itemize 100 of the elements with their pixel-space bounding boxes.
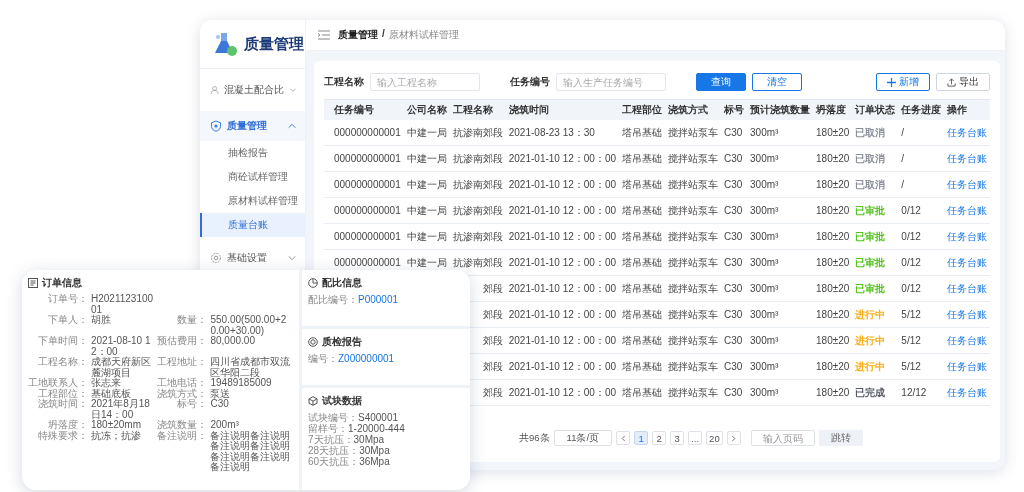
search-field[interactable]: 输入生产任务编号 (556, 73, 666, 91)
table-cell: 郊段 (482, 333, 503, 348)
status-text: 已审批 (855, 255, 886, 270)
field-value: 36Mpa (359, 456, 390, 467)
ledger-link[interactable]: 任务台账 (947, 307, 988, 322)
breadcrumb-item[interactable]: 质量管理 (338, 28, 378, 42)
table-cell: 塔吊基础 (622, 255, 663, 270)
table-cell: 中建一局 (406, 229, 447, 244)
column-header: 任务进度 (901, 104, 942, 115)
table-cell: 2021-01-10 12：00：00 (508, 229, 617, 244)
add-button[interactable]: 新增 (876, 73, 931, 91)
page-button[interactable]: 3 (670, 431, 685, 445)
table-cell: 180±20 (816, 153, 850, 164)
table-cell: 搅拌站泵车 (668, 229, 719, 244)
column-header: 标号 (724, 104, 745, 115)
page-button[interactable]: 20 (706, 431, 723, 445)
nav-subitem[interactable]: 原材料试样管理 (200, 189, 305, 213)
table-cell: 郊段 (482, 359, 503, 374)
table-cell: 300m³ (750, 257, 779, 268)
table-cell: 抗渗南郊段 (452, 177, 503, 192)
table-cell: C30 (724, 231, 743, 242)
table-cell: 180±20 (816, 361, 850, 372)
nav-item[interactable]: 基础设置 (200, 243, 305, 273)
page-input[interactable]: 输入页码 (750, 430, 815, 446)
table-cell: 抗渗南郊段 (452, 203, 503, 218)
export-button[interactable]: 导出 (936, 73, 991, 91)
column-header: 浇筑时间 (508, 104, 549, 115)
table-cell: 搅拌站泵车 (668, 333, 719, 348)
table-cell: 300m³ (750, 231, 779, 242)
plus-icon (887, 77, 897, 87)
status-text: 已审批 (855, 229, 886, 244)
nav-item[interactable]: 混凝土配合比 (200, 75, 305, 105)
table-cell: 300m³ (750, 127, 779, 138)
ledger-link[interactable]: 任务台账 (947, 151, 988, 166)
field-value: S400001 (358, 412, 399, 423)
chevron-left-icon (619, 434, 627, 442)
table-cell: 300m³ (750, 153, 779, 164)
jump-button[interactable]: 跳转 (818, 430, 863, 446)
ledger-link[interactable]: 任务台账 (947, 385, 988, 400)
page-button[interactable]: 2 (652, 431, 667, 445)
table-cell: 000000000001 (334, 205, 401, 216)
field-label: 浇筑数量： (157, 420, 208, 431)
field-label: 订单号： (47, 294, 88, 306)
nav-subitem[interactable]: 质量台账 (200, 213, 305, 237)
table-cell: 300m³ (750, 335, 779, 346)
table-cell: 000000000001 (334, 257, 401, 268)
clear-button[interactable]: 清空 (752, 73, 802, 91)
table-cell: 2021-01-10 12：00：00 (508, 307, 617, 322)
flask-icon (212, 31, 238, 57)
status-text: 已取消 (855, 151, 886, 166)
field-label: 备注说明： (157, 430, 208, 443)
table-cell: 180±20 (816, 179, 850, 190)
page-button[interactable]: 1 (634, 431, 649, 445)
page-button[interactable]: ... (688, 431, 703, 445)
field-label: 工程部位： (37, 388, 88, 399)
table-cell: 中建一局 (406, 177, 447, 192)
column-header: 工程名称 (452, 104, 493, 115)
table-cell: 300m³ (750, 309, 779, 320)
table-cell: 塔吊基础 (622, 203, 663, 218)
nav-item[interactable]: 质量管理 (200, 111, 305, 141)
filter-label: 任务编号 (510, 75, 550, 89)
ledger-link[interactable]: 任务台账 (947, 125, 988, 140)
table-cell: 0/12 (901, 231, 921, 242)
field-label: 浇筑时间： (37, 399, 88, 411)
table-cell: 塔吊基础 (622, 359, 663, 374)
ledger-link[interactable]: 任务台账 (947, 255, 988, 270)
field-label: 工程名称： (37, 357, 88, 369)
chevron-right-icon (730, 434, 738, 442)
field-label: 工程地址： (157, 357, 208, 369)
ledger-link[interactable]: 任务台账 (947, 359, 988, 374)
search-button[interactable]: 查询 (696, 73, 746, 91)
table-cell: 塔吊基础 (622, 307, 663, 322)
table-cell: 5/12 (901, 309, 921, 320)
table-cell: 300m³ (750, 387, 779, 398)
nav-subitem[interactable]: 商砼试样管理 (200, 165, 305, 189)
table-cell: 搅拌站泵车 (668, 307, 719, 322)
search-field[interactable]: 输入工程名称 (370, 73, 480, 91)
field-value: 基础底板 (91, 388, 132, 399)
table-cell: 180±20 (816, 257, 850, 268)
shield-icon (210, 120, 222, 132)
next-page-button[interactable] (726, 431, 741, 445)
ledger-link[interactable]: 任务台账 (947, 281, 988, 296)
panel-title: 试块数据 (322, 394, 362, 408)
field-label: 下单时间： (37, 336, 88, 348)
table-cell: 塔吊基础 (622, 385, 663, 400)
prev-page-button[interactable] (616, 431, 631, 445)
field-label: 7天抗压： (308, 434, 354, 445)
table-cell: 郊段 (482, 307, 503, 322)
ledger-link[interactable]: 任务台账 (947, 229, 988, 244)
ledger-link[interactable]: 任务台账 (947, 333, 988, 348)
nav-subitem[interactable]: 抽检报告 (200, 141, 305, 165)
table-cell: 2021-01-10 12：00：00 (508, 359, 617, 374)
record-link[interactable]: P000001 (358, 294, 399, 305)
status-text: 已审批 (855, 203, 886, 218)
ledger-link[interactable]: 任务台账 (947, 203, 988, 218)
field-label: 坍落度： (48, 420, 88, 431)
page-size-select[interactable]: 11条/页 (553, 430, 613, 446)
ledger-link[interactable]: 任务台账 (947, 177, 988, 192)
table-cell: 180±20 (816, 127, 850, 138)
record-link[interactable]: Z000000001 (338, 353, 395, 364)
